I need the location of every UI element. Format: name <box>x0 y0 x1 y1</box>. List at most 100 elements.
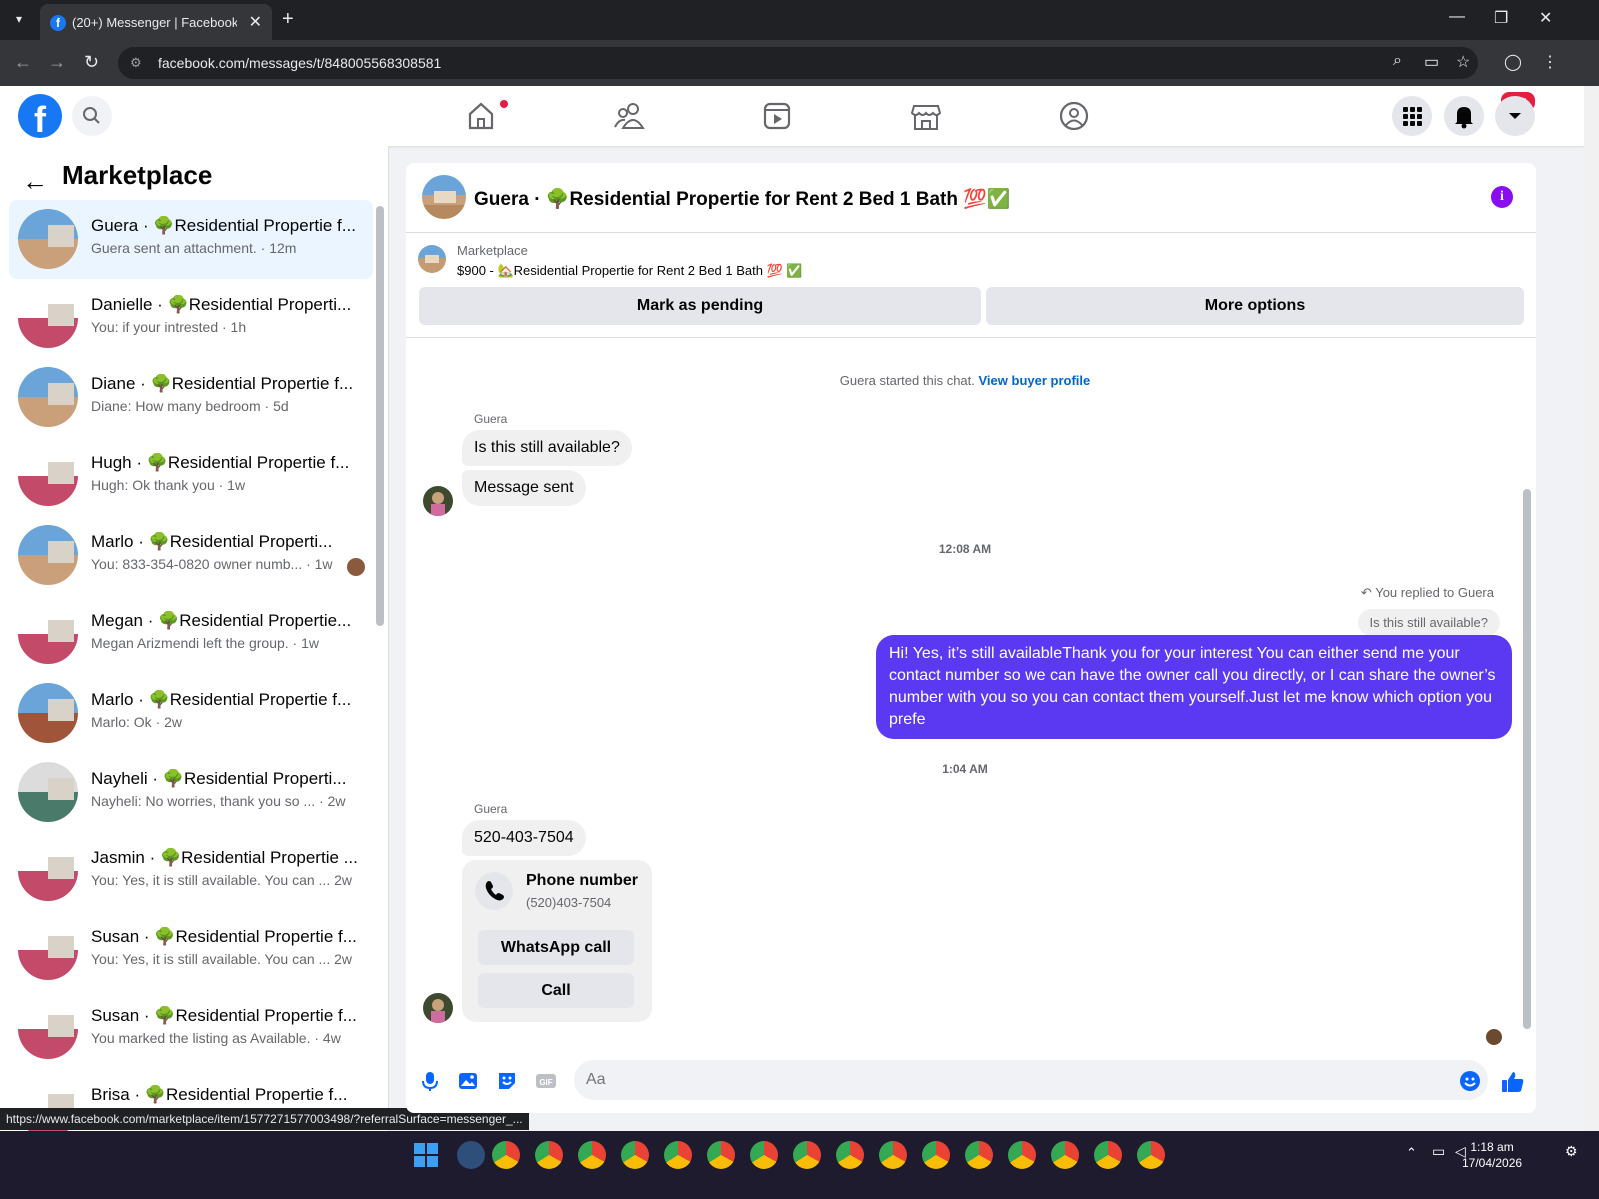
message-thread: Guera started this chat. View buyer prof… <box>406 339 1536 1039</box>
view-buyer-profile-link[interactable]: View buyer profile <box>979 373 1091 388</box>
chrome-taskbar-icon[interactable] <box>1008 1141 1036 1169</box>
chrome-taskbar-icon[interactable] <box>793 1141 821 1169</box>
groups-nav[interactable] <box>1054 98 1094 134</box>
account-button[interactable] <box>1495 96 1535 136</box>
conversation-item[interactable]: Susan · 🌳Residential Propertie f... You m… <box>9 990 373 1069</box>
chrome-taskbar-icon[interactable] <box>750 1141 778 1169</box>
chrome-taskbar-icon[interactable] <box>879 1141 907 1169</box>
conversation-name: Marlo · 🌳Residential Properti... <box>91 532 333 551</box>
like-thumbs-up-icon[interactable] <box>1500 1069 1524 1093</box>
mark-as-pending-button[interactable]: Mark as pending <box>419 287 981 325</box>
outgoing-message[interactable]: Hi! Yes, it’s still availableThank you f… <box>876 635 1512 739</box>
restore-icon[interactable]: ❐ <box>1494 8 1508 28</box>
conversation-item[interactable]: Nayheli · 🌳Residential Properti... Nayhel… <box>9 753 373 832</box>
browser-tab[interactable]: f (20+) Messenger | Facebook ✕ <box>40 4 272 40</box>
chrome-taskbar-icon[interactable] <box>664 1141 692 1169</box>
chrome-taskbar-icon[interactable] <box>535 1141 563 1169</box>
chrome-taskbar-icon[interactable] <box>578 1141 606 1169</box>
conversation-item[interactable]: Guera · 🌳Residential Propertie f... Guera… <box>9 200 373 279</box>
microphone-icon[interactable] <box>418 1069 442 1093</box>
windows-taskbar: ⌃ ▭ ◁ 1:18 am 17/04/2026 ⚙ <box>0 1131 1599 1199</box>
chrome-taskbar-icon[interactable] <box>836 1141 864 1169</box>
more-options-button[interactable]: More options <box>986 287 1524 325</box>
conversation-item[interactable]: Diane · 🌳Residential Propertie f... Diane… <box>9 358 373 437</box>
tab-search-chevron-icon[interactable]: ▾ <box>8 8 30 30</box>
grid-menu-icon <box>1403 107 1422 126</box>
chrome-taskbar-icon[interactable] <box>922 1141 950 1169</box>
incoming-message[interactable]: Is this still available? <box>462 430 632 466</box>
chevron-down-icon <box>1509 113 1521 119</box>
chat-title[interactable]: Guera · 🌳Residential Propertie for Rent … <box>474 187 1011 211</box>
tab-close-icon[interactable]: ✕ <box>249 12 262 32</box>
page-scrollbar[interactable] <box>1584 86 1599 1131</box>
conversation-item[interactable]: Megan · 🌳Residential Propertie... Megan A… <box>9 595 373 674</box>
chat-avatar[interactable] <box>422 175 466 219</box>
notifications-button[interactable] <box>1444 96 1484 136</box>
replied-text: You replied to Guera <box>1375 585 1494 600</box>
listing-price[interactable]: $900 - 🏡Residential Propertie for Rent 2… <box>457 263 803 279</box>
chrome-taskbar-icon[interactable] <box>492 1141 520 1169</box>
network-icon[interactable]: ▭ <box>1432 1143 1445 1160</box>
friends-nav[interactable] <box>609 98 649 134</box>
profile-icon[interactable]: ◯ <box>1504 52 1522 72</box>
conversation-item[interactable]: Susan · 🌳Residential Propertie f... You: … <box>9 911 373 990</box>
listing-thumbnail[interactable] <box>418 245 446 273</box>
windows-start-icon[interactable] <box>414 1143 438 1172</box>
timestamp: 1:04 AM <box>942 762 988 776</box>
quoted-message[interactable]: Is this still available? <box>1357 609 1500 636</box>
minimize-icon[interactable]: — <box>1449 8 1465 26</box>
chrome-taskbar-icon[interactable] <box>965 1141 993 1169</box>
photo-icon[interactable] <box>456 1069 480 1093</box>
forward-icon[interactable]: → <box>48 52 66 73</box>
message-input[interactable] <box>574 1060 1488 1100</box>
sender-avatar[interactable] <box>423 993 453 1023</box>
taskbar-app-icon[interactable] <box>457 1141 485 1169</box>
reload-icon[interactable]: ↻ <box>84 52 99 73</box>
chrome-taskbar-icon[interactable] <box>1137 1141 1165 1169</box>
facebook-logo[interactable]: f <box>18 94 62 140</box>
incoming-message[interactable]: Message sent <box>462 470 586 506</box>
install-app-icon[interactable]: ▭ <box>1424 52 1439 72</box>
conversation-item[interactable]: Marlo · 🌳Residential Properti... You: 833… <box>9 516 373 595</box>
back-arrow-icon[interactable]: ← <box>22 166 48 197</box>
conversation-item[interactable]: Danielle · 🌳Residential Properti... You: … <box>9 279 373 358</box>
zoom-icon[interactable]: ⌕ <box>1393 52 1402 70</box>
browser-menu-icon[interactable]: ⋮ <box>1542 52 1558 72</box>
sender-avatar[interactable] <box>423 486 453 516</box>
conversation-list: Guera · 🌳Residential Propertie f... Guera… <box>9 200 373 1131</box>
gif-icon[interactable]: GIF <box>534 1069 558 1093</box>
sidebar-scrollbar[interactable] <box>376 206 384 626</box>
info-icon[interactable]: i <box>1491 186 1513 208</box>
bell-icon <box>1455 107 1473 129</box>
call-button[interactable]: Call <box>478 973 634 1008</box>
sticker-icon[interactable] <box>495 1069 519 1093</box>
reply-arrow-icon: ↶ <box>1360 585 1372 600</box>
chrome-taskbar-icon[interactable] <box>1051 1141 1079 1169</box>
search-button[interactable] <box>72 96 112 136</box>
omnibox[interactable]: ⚙ facebook.com/messages/t/84800556830858… <box>118 47 1478 79</box>
conversation-snippet: You marked the listing as Available. · 4… <box>91 1030 341 1046</box>
tray-chevron-icon[interactable]: ⌃ <box>1406 1145 1417 1161</box>
site-info-icon[interactable]: ⚙ <box>130 55 142 71</box>
chrome-taskbar-icon[interactable] <box>707 1141 735 1169</box>
chat-scrollbar[interactable] <box>1523 489 1531 1029</box>
incoming-message[interactable]: 520-403-7504 <box>462 820 586 856</box>
bookmark-star-icon[interactable]: ☆ <box>1456 52 1470 72</box>
chrome-taskbar-icon[interactable] <box>621 1141 649 1169</box>
marketplace-nav[interactable] <box>906 98 946 134</box>
back-icon[interactable]: ← <box>14 52 32 73</box>
home-nav[interactable] <box>461 98 501 134</box>
emoji-icon[interactable] <box>1458 1069 1482 1093</box>
taskbar-clock[interactable]: 1:18 am 17/04/2026 <box>1462 1139 1522 1171</box>
conversation-avatar <box>18 683 78 743</box>
conversation-item[interactable]: Marlo · 🌳Residential Propertie f... Marlo… <box>9 674 373 753</box>
conversation-item[interactable]: Jasmin · 🌳Residential Propertie ... You: … <box>9 832 373 911</box>
new-tab-icon[interactable]: + <box>282 8 294 31</box>
conversation-item[interactable]: Hugh · 🌳Residential Propertie f... Hugh: … <box>9 437 373 516</box>
video-nav[interactable] <box>757 98 797 134</box>
whatsapp-call-button[interactable]: WhatsApp call <box>478 930 634 965</box>
chrome-taskbar-icon[interactable] <box>1094 1141 1122 1169</box>
window-close-icon[interactable]: ✕ <box>1539 8 1552 28</box>
menu-button[interactable] <box>1392 96 1432 136</box>
notification-center-icon[interactable]: ⚙ <box>1565 1143 1578 1160</box>
